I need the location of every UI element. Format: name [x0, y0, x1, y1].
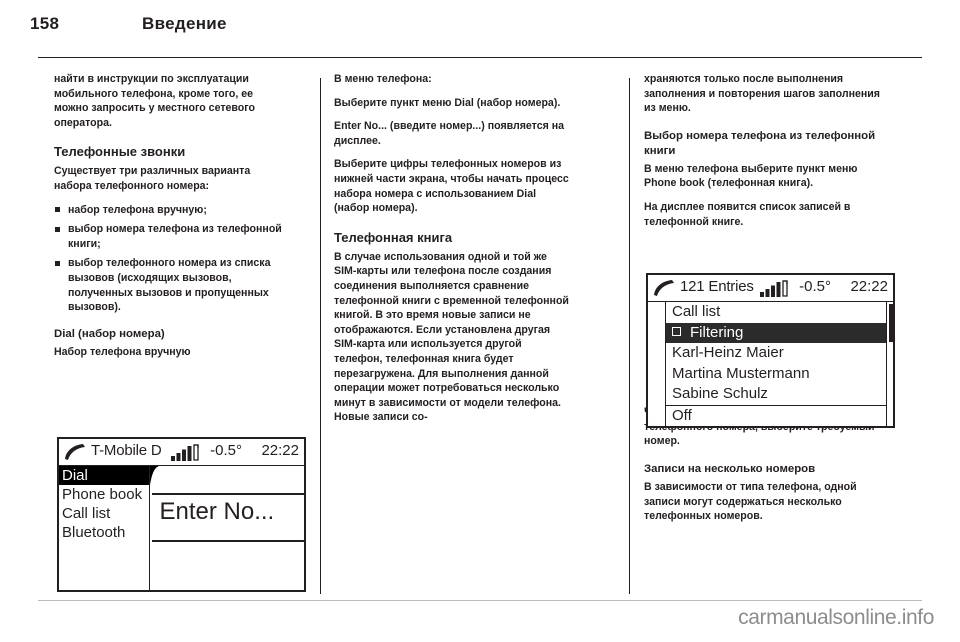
scrollbar[interactable] — [886, 302, 893, 426]
footer-divider — [38, 600, 922, 601]
dialling-options-list: набор телефона вручную; выбор номера тел… — [54, 203, 290, 315]
list-row-label: Filtering — [690, 323, 744, 341]
right-section-heading-2: Записи на несколько номеров — [644, 462, 816, 475]
bullet-square-icon — [55, 226, 60, 232]
infotainment-display-call-list: 121 Entries -0.5° 22:22 Call list Filter… — [646, 273, 895, 428]
left-section-heading: Телефонные звонки — [54, 144, 186, 160]
right-line-5: В зависимости от типа телефона, одной за… — [644, 480, 857, 523]
display-one-status-bar: T-Mobile D -0.5° 22:22 — [59, 439, 304, 466]
bullet-square-icon — [55, 207, 60, 213]
middle-line-1: В меню телефона: — [334, 73, 432, 85]
middle-line-4: Выберите цифры телефонных номеров из ниж… — [334, 158, 569, 215]
scrollbar-thumb[interactable] — [888, 304, 893, 342]
right-line-3: На дисплее появится список записей в тел… — [644, 200, 851, 228]
list-row-contact-3[interactable]: Sabine Schulz — [666, 384, 886, 405]
enter-number-prompt: Enter No... — [159, 498, 275, 525]
list-row-contact-2[interactable]: Martina Mustermann — [666, 364, 886, 385]
menu-item-bluetooth[interactable]: Bluetooth — [59, 523, 149, 542]
infotainment-display-phone-menu: T-Mobile D -0.5° 22:22 Dial Phone book C… — [57, 437, 306, 592]
left-sub-line: Набор телефона вручную — [54, 345, 191, 358]
middle-line-5: В случае использования одной и той же SI… — [334, 250, 569, 424]
column-middle: В меню телефона: Выберите пункт меню Dia… — [334, 72, 570, 438]
menu-item-phone-book[interactable]: Phone book — [59, 485, 149, 504]
list-item-label: набор телефона вручную; — [68, 203, 207, 216]
content-divider-bottom — [151, 540, 304, 542]
page-header: 158 Введение — [30, 14, 930, 44]
left-lead-in: Существует три различных варианта набора… — [54, 165, 251, 192]
phone-menu-list[interactable]: Dial Phone book Call list Bluetooth — [59, 466, 150, 590]
header-divider — [38, 57, 922, 58]
right-line-1: храняются только после выполнения заполн… — [644, 73, 880, 115]
clock: 22:22 — [261, 442, 299, 459]
middle-section-heading: Телефонная книга — [334, 229, 453, 245]
entries-count: 121 Entries — [680, 278, 754, 295]
list-item: выбор номера телефона из телефонной книг… — [54, 222, 290, 251]
column-divider-1 — [320, 78, 321, 594]
column-left: найти в инструкции по эксплуатации мобил… — [54, 72, 290, 372]
list-indent-rail — [648, 302, 666, 426]
right-section-heading: Выбор номера телефона из телефонной книг… — [644, 129, 876, 157]
menu-item-call-list[interactable]: Call list — [59, 504, 149, 523]
middle-line-2: Выберите пункт меню Dial (набор номера). — [334, 96, 561, 109]
signal-strength-icon — [171, 444, 199, 461]
signal-strength-icon — [760, 280, 788, 297]
left-sub-heading: Dial (набор номера) — [54, 327, 165, 340]
list-item: набор телефона вручную; — [54, 203, 290, 218]
right-line-2: В меню телефона выберите пункт меню Phon… — [644, 162, 858, 190]
left-intro-paragraph: найти в инструкции по эксплуатации мобил… — [54, 73, 255, 129]
outside-temperature: -0.5° — [210, 442, 242, 459]
bullet-square-icon — [55, 260, 60, 266]
list-item-label: выбор телефонного номера из списка вызов… — [68, 257, 271, 314]
call-list-rows[interactable]: Call list Filtering Karl-Heinz Maier Mar… — [666, 302, 886, 426]
phone-handset-icon — [654, 280, 674, 296]
list-row-contact-1[interactable]: Karl-Heinz Maier — [666, 343, 886, 364]
list-row-filtering[interactable]: Filtering — [666, 322, 886, 343]
menu-item-dial[interactable]: Dial — [59, 466, 149, 485]
display-two-status-bar: 121 Entries -0.5° 22:22 — [648, 275, 893, 302]
clock: 22:22 — [850, 278, 888, 295]
list-row-off[interactable]: Off — [666, 404, 886, 427]
checkbox-icon[interactable] — [672, 326, 681, 336]
outside-temperature: -0.5° — [799, 278, 831, 295]
column-divider-2 — [629, 78, 630, 594]
list-item-label: выбор номера телефона из телефонной книг… — [68, 223, 282, 250]
operator-name: T-Mobile D — [91, 442, 162, 459]
list-item: выбор телефонного номера из списка вызов… — [54, 256, 290, 314]
footer-brand: carmanualsonline.info — [738, 606, 934, 629]
chapter-title: Введение — [142, 14, 227, 33]
content-divider-top — [151, 493, 304, 495]
page-number: 158 — [30, 14, 60, 33]
display-one-content-pane: Enter No... — [151, 466, 304, 590]
list-row-call-list[interactable]: Call list — [666, 302, 886, 323]
middle-line-3: Enter No... (введите номер...) появляетс… — [334, 120, 565, 147]
phone-handset-icon — [65, 444, 85, 460]
